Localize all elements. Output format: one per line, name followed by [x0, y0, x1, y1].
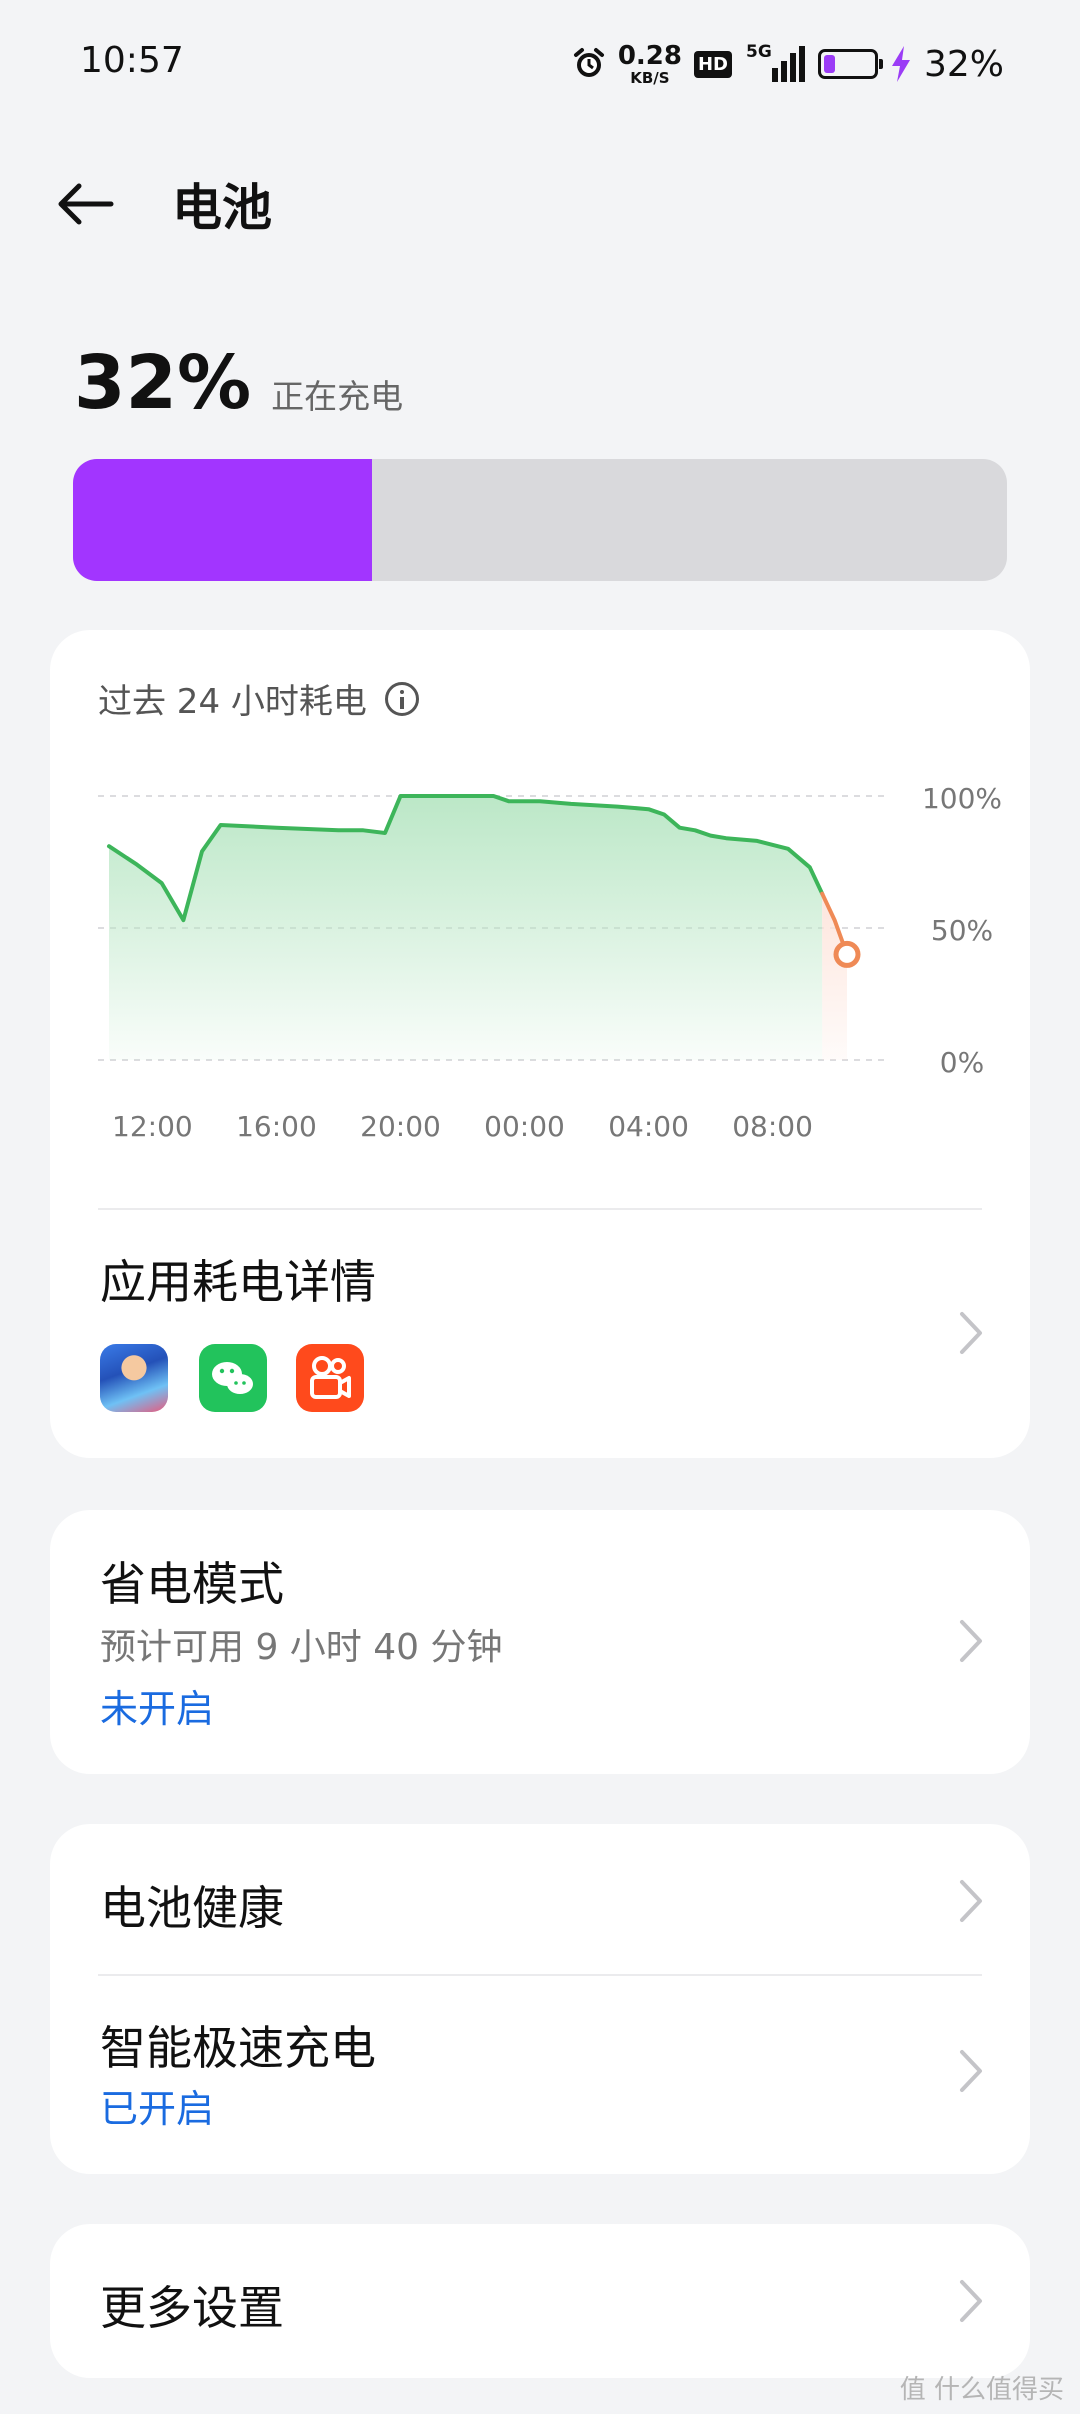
power-saving-estimate: 预计可用 9 小时 40 分钟: [100, 1627, 503, 1668]
chevron-right-icon: [960, 1880, 982, 1922]
usage-card: 过去 24 小时耗电 100% 50% 0% 12:00 16:00 20:00 00:00…: [50, 630, 1030, 1458]
battery-icon-fill: [823, 55, 836, 73]
hd-badge: HD: [693, 50, 732, 78]
arrow-left-icon: [58, 183, 114, 225]
game-app-icon: [100, 1344, 168, 1412]
kuaishou-icon: [296, 1344, 364, 1412]
battery-settings-card: 电池健康 智能极速充电 已开启: [50, 1824, 1030, 2174]
chart-current-point: [833, 940, 861, 968]
chart-x-tick-label: 20:00: [360, 1110, 441, 1143]
chart-y-tick-label: 100%: [922, 782, 1002, 815]
chevron-right-icon: [960, 1620, 982, 1662]
battery-percent: 32%: [74, 340, 252, 426]
chart-x-tick-label: 16:00: [236, 1110, 317, 1143]
battery-level-fill: [73, 459, 372, 581]
more-settings-card[interactable]: 更多设置: [50, 2224, 1030, 2378]
power-saving-title: 省电模式: [100, 1557, 284, 1611]
power-saving-card[interactable]: 省电模式 预计可用 9 小时 40 分钟 未开启: [50, 1510, 1030, 1774]
chart-y-tick-label: 50%: [931, 914, 993, 947]
app-header: 电池: [0, 150, 1080, 260]
status-icons: 0.28 KB/S HD 5G 32%: [572, 36, 1004, 92]
signal-icon: 5G: [744, 42, 806, 84]
app-usage-title: 应用耗电详情: [100, 1255, 376, 1309]
app-usage-row[interactable]: 应用耗电详情: [50, 1210, 1030, 1458]
net-speed-unit: KB/S: [630, 68, 670, 87]
battery-health-title: 电池健康: [100, 1881, 284, 1935]
battery-usage-chart[interactable]: 100% 50% 0% 12:00 16:00 20:00 00:00 04:00 08:00: [50, 630, 1030, 1170]
battery-icon: [817, 49, 883, 79]
status-battery-percent: 32%: [923, 43, 1004, 85]
chevron-right-icon: [960, 2050, 982, 2092]
status-time: 10:57: [80, 40, 184, 81]
page-title: 电池: [172, 179, 272, 237]
fast-charge-row[interactable]: 智能极速充电 已开启: [50, 1976, 1030, 2174]
charging-bolt-icon: [891, 46, 910, 82]
chevron-right-icon: [960, 1312, 982, 1354]
fast-charge-title: 智能极速充电: [100, 2021, 376, 2075]
power-saving-status: 未开启: [100, 1687, 215, 1731]
alarm-icon: [573, 48, 604, 77]
battery-health-row[interactable]: 电池健康: [50, 1824, 1030, 1974]
back-button[interactable]: [48, 174, 122, 234]
battery-level-summary: 32% 正在充电: [74, 340, 403, 426]
battery-level-bar: [73, 459, 1007, 581]
chart-x-tick-label: 04:00: [608, 1110, 689, 1143]
net-speed-value: 0.28: [617, 40, 682, 71]
chart-x-tick-label: 12:00: [112, 1110, 193, 1143]
status-bar: 10:57 0.28 KB/S HD 5G 32%: [0, 0, 1080, 128]
charging-status: 正在充电: [271, 377, 404, 416]
chart-x-tick-label: 00:00: [484, 1110, 565, 1143]
chevron-right-icon: [960, 2280, 982, 2322]
net-speed: 0.28 KB/S: [618, 43, 682, 86]
more-settings-title: 更多设置: [100, 2281, 284, 2335]
chart-x-tick-label: 08:00: [732, 1110, 813, 1143]
watermark: 值 什么值得买: [899, 2375, 1064, 2405]
chart-y-tick-label: 0%: [940, 1046, 984, 1079]
fast-charge-status: 已开启: [100, 2087, 215, 2131]
wechat-icon: [199, 1344, 267, 1412]
